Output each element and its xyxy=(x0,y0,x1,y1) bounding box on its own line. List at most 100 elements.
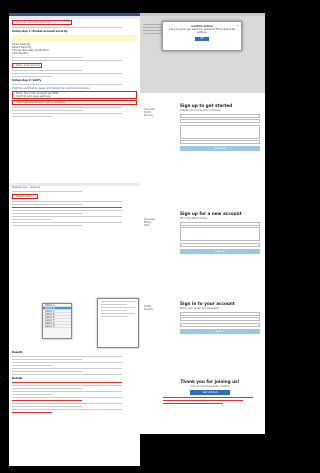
bottom-heading: Results xyxy=(12,351,23,354)
modal-text: Are you sure you want to continue? This … xyxy=(168,28,235,35)
get-started-button[interactable]: Get started xyxy=(190,390,230,395)
list-item: Click Enable xyxy=(12,52,28,55)
text-line xyxy=(12,191,82,192)
card-subtitle: Create your account to continue xyxy=(180,109,221,112)
text-line xyxy=(12,371,82,372)
input-field[interactable] xyxy=(180,221,260,226)
card-subtitle: Fill in the fields below xyxy=(180,217,207,220)
text-line xyxy=(12,219,52,220)
doc-section-2: Preferences – Options Select option xyxy=(9,183,140,228)
input-field[interactable] xyxy=(180,113,260,118)
sidebar-item[interactable]: Help xyxy=(144,224,174,227)
instruction-box: Enter the code received via SMS. Confirm… xyxy=(12,91,137,99)
dropdown-item[interactable]: Option H xyxy=(43,325,71,328)
instruction: Visit the verification page and follow t… xyxy=(12,87,90,90)
instruction-box: Use the authenticator app if available. xyxy=(12,100,137,105)
highlight-box xyxy=(12,35,137,41)
card-subtitle: Enter your email and password xyxy=(180,307,219,310)
text-line xyxy=(12,362,122,363)
text-line xyxy=(101,310,127,311)
text-line xyxy=(12,409,122,410)
text-line xyxy=(12,107,122,108)
text-line xyxy=(12,391,122,392)
screenshot-frame: Sign up – Account Security Setup step 1:… xyxy=(9,13,265,466)
highlighted-field[interactable] xyxy=(180,227,260,241)
sidebar: Profile Security xyxy=(144,305,174,311)
text-line xyxy=(12,356,122,357)
text-line xyxy=(101,307,135,308)
text-line xyxy=(12,412,52,413)
text-line xyxy=(101,313,135,314)
text-line xyxy=(12,201,122,202)
text-line xyxy=(163,403,223,404)
doc-section-3: Results Details xyxy=(9,351,140,415)
email-field[interactable] xyxy=(180,311,260,316)
heading-1: Setup step 1: Enable account security xyxy=(12,30,68,33)
text-line xyxy=(12,70,82,71)
text-line xyxy=(12,113,122,114)
text-line xyxy=(12,110,82,111)
instruction: Confirm and save settings. xyxy=(16,95,51,98)
text-line xyxy=(12,365,52,366)
text-line xyxy=(12,84,122,85)
signup-button[interactable]: Sign up xyxy=(180,248,260,254)
password-field[interactable] xyxy=(180,317,260,321)
signin-card: Sign in to your account Enter your email… xyxy=(180,301,260,334)
card-title: Sign in to your account xyxy=(180,301,235,306)
doc-section-1: Sign up – Account Security Setup step 1:… xyxy=(9,13,140,119)
continue-button[interactable]: Continue xyxy=(180,146,260,151)
text-line xyxy=(12,225,82,226)
sidebar-item[interactable]: Security xyxy=(144,114,174,117)
signup-card: Sign up to get started Create your accou… xyxy=(180,103,260,151)
card-title: Sign up to get started xyxy=(180,103,233,108)
text-line xyxy=(163,397,253,398)
text-line xyxy=(163,400,243,401)
text-line xyxy=(101,316,127,317)
text-line xyxy=(12,400,82,401)
text-line xyxy=(12,60,122,61)
card-title: Sign up for a new account xyxy=(180,211,242,216)
thanks-card: Thank you for joining us! Your account h… xyxy=(160,379,260,406)
text-line xyxy=(12,397,122,398)
text-line xyxy=(12,210,122,211)
sidebar-item[interactable]: Security xyxy=(144,308,174,311)
close-icon[interactable]: × xyxy=(236,23,239,27)
text-line xyxy=(12,213,82,214)
side-panel xyxy=(97,298,139,348)
text-line xyxy=(12,406,82,407)
sidebar: Overview Billing Help xyxy=(144,218,174,228)
sidebar: Overview Profile Security xyxy=(144,108,174,118)
text-line xyxy=(12,76,52,77)
dropdown-label[interactable]: Select option xyxy=(12,194,38,199)
ok-button[interactable]: OK xyxy=(195,36,209,41)
highlighted-field[interactable] xyxy=(180,124,260,139)
right-document: × Confirm action Are you sure you want t… xyxy=(140,13,265,466)
input-field[interactable] xyxy=(180,140,260,144)
text-line xyxy=(12,57,82,58)
signin-button[interactable]: Sign in xyxy=(180,328,260,334)
black-area xyxy=(140,434,265,466)
card-title: Thank you for joining us! xyxy=(180,379,240,384)
text-line xyxy=(101,301,135,302)
dropdown-list[interactable]: Option A Option B Option C Option D Opti… xyxy=(42,303,72,339)
confirm-dialog: × Confirm action Are you sure you want t… xyxy=(162,21,242,51)
note: Note: keep backup codes xyxy=(12,63,42,68)
input-field[interactable] xyxy=(180,242,260,247)
input-field[interactable] xyxy=(180,322,260,327)
text-line xyxy=(101,304,127,305)
bottom-heading-2: Details xyxy=(12,377,23,380)
text-line xyxy=(12,359,82,360)
text-line xyxy=(12,374,122,375)
browser-toolbar xyxy=(9,16,140,19)
text-line xyxy=(12,216,122,217)
text-line xyxy=(12,116,52,117)
input-field[interactable] xyxy=(180,119,260,123)
card-subtitle: Your account has been created xyxy=(190,385,230,388)
text-line xyxy=(12,73,122,74)
browser-tab[interactable]: Sign up – Account Security xyxy=(12,20,72,25)
left-document: Sign up – Account Security Setup step 1:… xyxy=(9,13,140,466)
text-line xyxy=(12,388,82,389)
text-line xyxy=(12,385,122,386)
text-line xyxy=(12,222,122,223)
text-line xyxy=(12,27,122,28)
